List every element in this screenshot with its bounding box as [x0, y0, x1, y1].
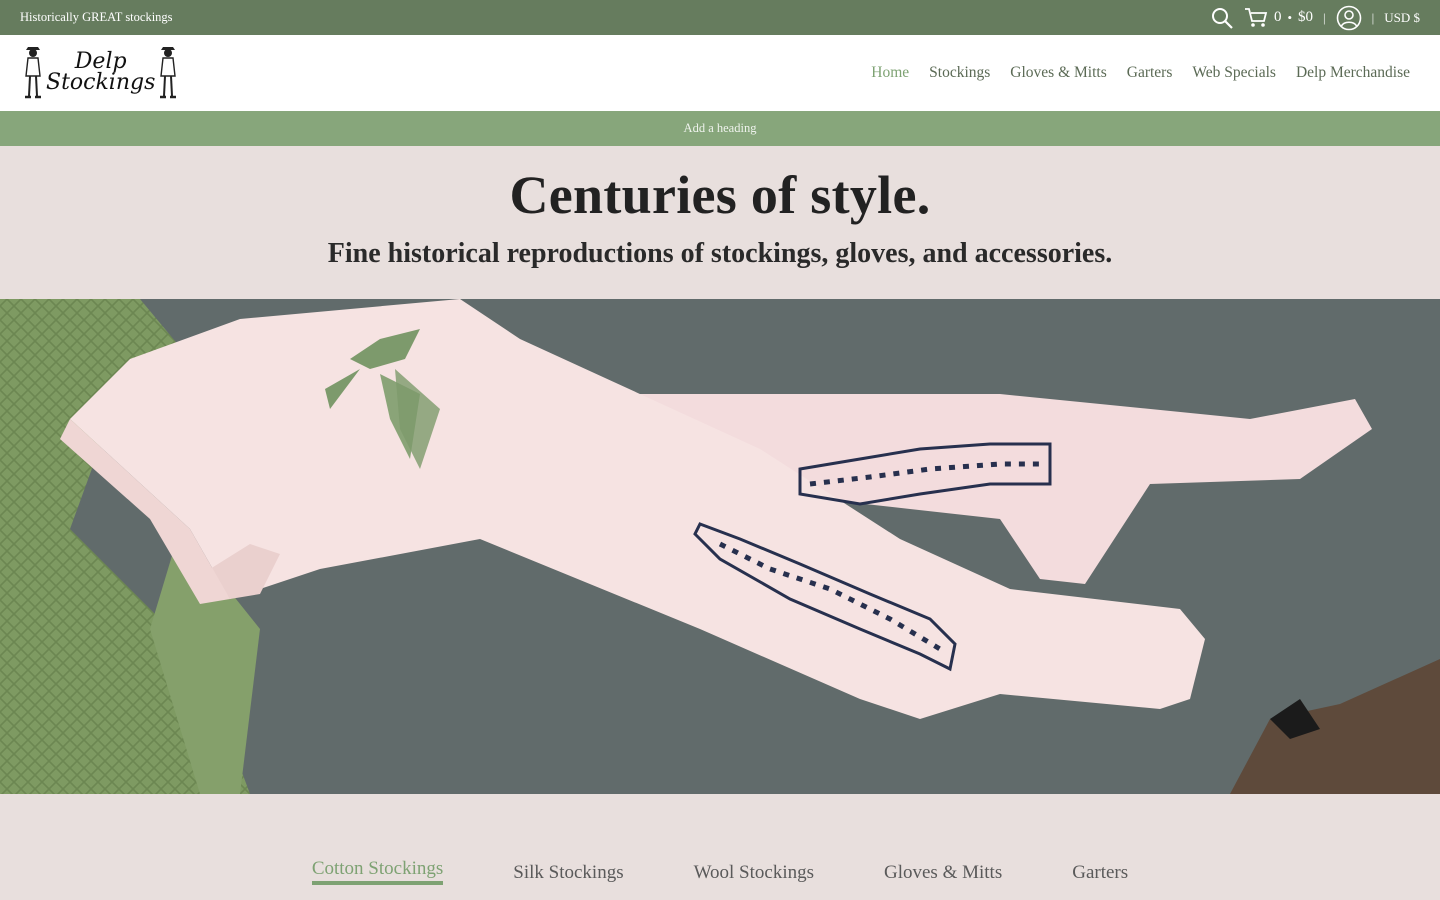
nav-web-specials[interactable]: Web Specials: [1192, 64, 1276, 82]
hero-image: [0, 299, 1440, 794]
announcement-bar: Historically GREAT stockings 0 • $0 | | …: [0, 0, 1440, 35]
promo-text: Historically GREAT stockings: [20, 10, 173, 24]
main-nav: Home Stockings Gloves & Mitts Garters We…: [871, 64, 1410, 82]
tab-cotton-stockings[interactable]: Cotton Stockings: [311, 858, 444, 885]
logo-line2: Stockings: [46, 70, 156, 95]
cart-total: $0: [1298, 9, 1314, 25]
cart-button[interactable]: 0 • $0: [1244, 7, 1313, 29]
cart-icon: [1244, 7, 1268, 29]
divider: |: [1371, 9, 1375, 25]
tab-wool-stockings[interactable]: Wool Stockings: [694, 862, 814, 890]
nav-home[interactable]: Home: [871, 64, 909, 82]
tab-garters[interactable]: Garters: [1072, 862, 1128, 890]
logo-text: Delp Stockings: [46, 51, 156, 95]
currency-selector[interactable]: USD $: [1384, 10, 1420, 26]
band-heading: Add a heading: [683, 121, 757, 135]
nav-gloves-mitts[interactable]: Gloves & Mitts: [1010, 64, 1106, 82]
logo-figure-left-icon: [25, 47, 41, 99]
logo-figure-right-icon: [160, 47, 177, 99]
divider: |: [1323, 9, 1326, 25]
tab-gloves-mitts[interactable]: Gloves & Mitts: [884, 862, 1002, 890]
search-icon[interactable]: [1210, 6, 1234, 30]
collection-tabs: Cotton Stockings Silk Stockings Wool Sto…: [0, 794, 1440, 900]
cart-dot: •: [1287, 9, 1293, 25]
site-header: Delp Stockings Home Stockings Gloves & M…: [0, 35, 1440, 111]
heading-band: Add a heading: [0, 111, 1440, 146]
hero-text: Centuries of style. Fine historical repr…: [0, 146, 1440, 299]
cart-count: 0: [1273, 9, 1282, 25]
nav-garters[interactable]: Garters: [1127, 64, 1173, 82]
hero-title: Centuries of style.: [509, 165, 931, 225]
site-logo[interactable]: Delp Stockings: [22, 46, 179, 100]
hero-subtitle: Fine historical reproductions of stockin…: [327, 238, 1113, 269]
tab-silk-stockings[interactable]: Silk Stockings: [513, 862, 623, 890]
nav-delp-merchandise[interactable]: Delp Merchandise: [1296, 64, 1410, 82]
nav-stockings[interactable]: Stockings: [929, 64, 990, 82]
utility-nav: 0 • $0 | | USD $: [1210, 5, 1420, 31]
account-icon[interactable]: [1336, 5, 1362, 31]
stockings-photo: [0, 299, 1440, 794]
